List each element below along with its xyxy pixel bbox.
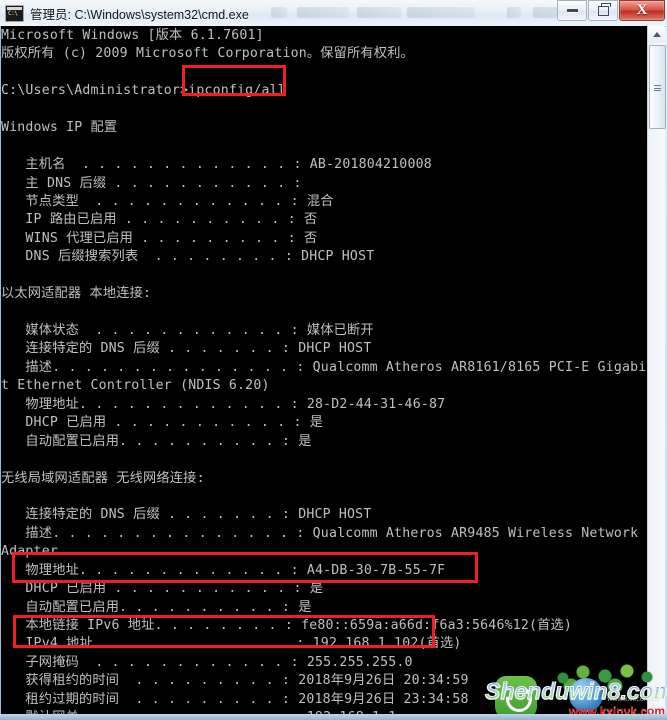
scroll-up-arrow[interactable]	[648, 26, 665, 43]
ipv4-address-highlight	[12, 552, 478, 583]
console-line: 描述. . . . . . . . . . . . . . . : Qualco…	[1, 359, 647, 375]
restore-icon	[597, 2, 611, 16]
console-line: Windows IP 配置	[1, 120, 118, 136]
console-line: 租约过期的时间 . . . . . . . . . : 2018年9月26日 2…	[1, 691, 469, 707]
console-line: DNS 后缀搜索列表 . . . . . . . . : DHCP HOST	[1, 249, 375, 265]
cmd-console-icon: C:\	[5, 4, 24, 22]
minimize-icon	[566, 9, 578, 12]
console-line: 媒体状态 . . . . . . . . . . . . : 媒体已断开	[1, 323, 374, 338]
cmd-icon-glyph: C:\	[8, 9, 18, 17]
restore-button[interactable]	[588, 0, 618, 21]
close-button[interactable]: X	[619, 0, 665, 21]
scroll-thumb[interactable]	[649, 45, 666, 129]
console-line: 节点类型 . . . . . . . . . . . . : 混合	[1, 193, 334, 209]
cmd-window: C:\ 管理员: C:\Windows\system32\cmd.exe X M…	[0, 0, 667, 720]
console-line: 无线局域网适配器 无线网络连接:	[1, 470, 205, 486]
console-line: 物理地址. . . . . . . . . . . . . : 28-D2-44…	[1, 396, 446, 412]
console-line: Microsoft Windows [版本 6.1.7601]	[1, 28, 264, 43]
console-line: 连接特定的 DNS 后缀 . . . . . . . : DHCP HOST	[1, 507, 372, 523]
console-line: 获得租约的时间 . . . . . . . . . : 2018年9月26日 2…	[1, 673, 469, 689]
console-line: C:\Users\Administrator>ipconfig/all	[1, 83, 286, 99]
window-frame-left	[0, 26, 1, 714]
console-line: 子网掩码 . . . . . . . . . . . . : 255.255.2…	[1, 654, 413, 670]
gateway-dhcp-highlight	[13, 615, 435, 648]
console-output-area[interactable]: Microsoft Windows [版本 6.1.7601] 版权所有 (c) …	[0, 26, 648, 714]
console-line: IP 路由已启用 . . . . . . . . . . : 否	[1, 212, 318, 228]
console-line: 版权所有 (c) 2009 Microsoft Corporation。保留所有…	[1, 46, 414, 62]
console-line: 描述. . . . . . . . . . . . . . . : Qualco…	[1, 525, 639, 541]
window-title: 管理员: C:\Windows\system32\cmd.exe	[30, 7, 249, 22]
console-line: 以太网适配器 本地连接:	[1, 286, 152, 302]
minimize-button[interactable]	[557, 0, 587, 21]
command-highlight	[182, 65, 286, 96]
console-line: 自动配置已启用. . . . . . . . . . : 是	[1, 433, 312, 449]
close-icon: X	[636, 2, 648, 18]
window-controls[interactable]: X	[556, 0, 665, 21]
title-bar[interactable]: C:\ 管理员: C:\Windows\system32\cmd.exe X	[0, 0, 667, 27]
vertical-scrollbar[interactable]	[647, 26, 666, 716]
console-line: 主 DNS 后缀 . . . . . . . . . . . :	[1, 175, 302, 191]
console-line: DHCP 已启用 . . . . . . . . . . . : 是	[1, 415, 324, 431]
console-line: 主机名 . . . . . . . . . . . . . : AB-20180…	[1, 157, 432, 173]
console-line: 连接特定的 DNS 后缀 . . . . . . . : DHCP HOST	[1, 341, 372, 357]
scroll-up-arrow-icon	[652, 32, 661, 37]
scroll-thumb-grip-icon	[654, 84, 661, 91]
window-frame-bottom	[0, 714, 667, 720]
console-text: Microsoft Windows [版本 6.1.7601] 版权所有 (c) …	[0, 27, 648, 714]
console-line: WINS 代理已启用 . . . . . . . . . : 否	[1, 230, 318, 246]
console-line: t Ethernet Controller (NDIS 6.20)	[1, 378, 270, 394]
